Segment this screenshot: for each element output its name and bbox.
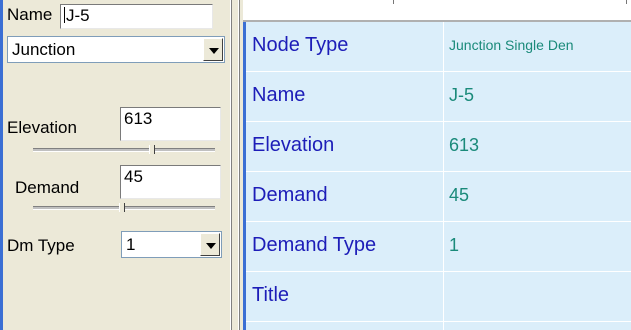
header-tick: [626, 0, 627, 4]
elevation-slider-thumb[interactable]: [149, 145, 155, 154]
property-name: Title: [252, 284, 290, 306]
elevation-field[interactable]: 613: [120, 107, 221, 141]
property-value: 613: [449, 135, 480, 155]
chevron-down-icon[interactable]: [200, 233, 220, 256]
demand-field-value: 45: [124, 167, 143, 186]
dm-type-selected: 1: [126, 235, 136, 254]
elevation-slider-track: [33, 148, 215, 152]
grid-row[interactable]: Title: [246, 272, 631, 322]
header-tick: [393, 0, 394, 4]
chevron-down-icon[interactable]: [203, 38, 223, 61]
property-value: 45: [449, 185, 470, 205]
grid-row[interactable]: Demand Type 1: [246, 222, 631, 272]
property-value: J-5: [449, 85, 475, 105]
grid-row[interactable]: Name J-5: [246, 72, 631, 122]
name-field-value: J-5: [66, 6, 90, 25]
name-label: Name: [7, 5, 53, 24]
property-name: Name: [252, 84, 306, 106]
elevation-slider[interactable]: [33, 145, 215, 155]
demand-label: Demand: [15, 178, 80, 197]
property-name: Node Type: [252, 34, 349, 56]
elevation-label: Elevation: [7, 118, 77, 137]
property-name: Demand: [252, 184, 328, 206]
grid-row[interactable]: Node Type Junction Single Den: [246, 22, 631, 72]
property-value: 1: [449, 235, 460, 255]
node-type-select[interactable]: Junction: [7, 36, 225, 63]
name-field[interactable]: J-5: [60, 4, 213, 29]
elevation-field-value: 613: [124, 109, 153, 128]
property-name: Demand Type: [252, 234, 377, 256]
property-value: Junction Single Den: [449, 37, 574, 53]
grid-row[interactable]: Elevation 613: [246, 122, 631, 172]
property-panel: Name J-5 Junction Elevation 613 Demand 4…: [0, 0, 230, 330]
text-caret: [64, 7, 65, 23]
panel-splitter[interactable]: [227, 0, 243, 330]
dm-type-select[interactable]: 1: [121, 231, 222, 258]
property-name: Elevation: [252, 134, 335, 156]
splitter-shadow: [239, 0, 240, 330]
demand-slider[interactable]: [33, 203, 215, 213]
splitter-shadow: [231, 0, 232, 330]
property-grid: Node Type Junction Single Den Name J-5 E…: [243, 22, 631, 330]
dm-type-label: Dm Type: [7, 236, 75, 255]
grid-row[interactable]: Demand 45: [246, 172, 631, 222]
demand-field[interactable]: 45: [120, 165, 221, 199]
node-type-selected: Junction: [12, 40, 76, 59]
demand-slider-thumb[interactable]: [119, 203, 125, 212]
grid-header-strip: [243, 0, 631, 22]
